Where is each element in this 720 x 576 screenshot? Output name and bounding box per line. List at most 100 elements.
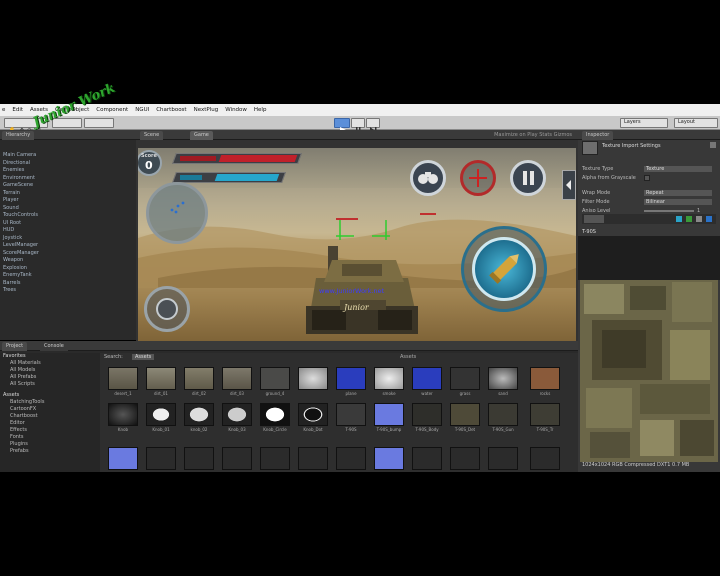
menu-edit[interactable]: Edit xyxy=(12,107,23,113)
folder-item[interactable]: CartoonFX xyxy=(0,406,100,413)
asset-thumb[interactable] xyxy=(488,403,518,426)
asset-thumb[interactable] xyxy=(412,403,442,426)
asset-thumb[interactable] xyxy=(146,447,176,470)
game-viewport[interactable]: Score 0 Junior www.JuniorWork.net xyxy=(138,148,576,341)
platform-icon[interactable] xyxy=(696,216,702,222)
asset-thumb[interactable] xyxy=(146,367,176,390)
hierarchy-item[interactable]: LevelManager xyxy=(0,242,136,250)
hierarchy-item[interactable]: Barrels xyxy=(0,280,136,288)
tab-inspector[interactable]: Inspector xyxy=(582,131,614,140)
asset-thumb[interactable] xyxy=(146,403,176,426)
menu-help[interactable]: Help xyxy=(254,107,267,113)
tab-project[interactable]: Project xyxy=(2,342,28,351)
asset-thumb[interactable] xyxy=(488,447,518,470)
hierarchy-item[interactable]: GameScene xyxy=(0,182,136,190)
fire-button[interactable] xyxy=(472,237,536,301)
tab-console[interactable]: Console xyxy=(40,342,68,351)
asset-thumb[interactable] xyxy=(184,447,214,470)
play-button[interactable] xyxy=(334,118,350,133)
menu-ngui[interactable]: NGUI xyxy=(135,107,149,113)
menu-window[interactable]: Window xyxy=(225,107,247,113)
asset-thumb[interactable] xyxy=(336,367,366,390)
hierarchy-item[interactable]: EnemyTank xyxy=(0,272,136,280)
global-button[interactable] xyxy=(84,118,114,128)
asset-thumb[interactable] xyxy=(374,367,404,390)
hierarchy-item[interactable]: HUD xyxy=(0,227,136,235)
asset-thumb[interactable] xyxy=(530,367,560,390)
pause-game-button[interactable] xyxy=(510,160,546,196)
tab-scene[interactable]: Scene xyxy=(140,131,164,140)
folder-item[interactable]: BatchingTools xyxy=(0,399,100,406)
favorite-item[interactable]: All Scripts xyxy=(0,381,100,388)
asset-thumb[interactable] xyxy=(260,367,290,390)
hierarchy-item[interactable]: ScoreManager xyxy=(0,250,136,258)
asset-thumb[interactable] xyxy=(530,403,560,426)
field-value[interactable]: 1 xyxy=(694,208,708,214)
tab-hierarchy[interactable]: Hierarchy xyxy=(2,131,35,140)
hierarchy-item[interactable]: Main Camera xyxy=(0,152,136,160)
asset-thumb[interactable] xyxy=(260,447,290,470)
menu-chartboost[interactable]: Chartboost xyxy=(156,107,186,113)
asset-thumb[interactable] xyxy=(108,367,138,390)
asset-thumb[interactable] xyxy=(412,367,442,390)
asset-thumb[interactable] xyxy=(450,403,480,426)
pause-button[interactable] xyxy=(351,118,365,133)
folder-item[interactable]: Prefabs xyxy=(0,448,100,455)
hierarchy-item[interactable]: Directional xyxy=(0,160,136,168)
hierarchy-item[interactable]: Enemies xyxy=(0,167,136,175)
asset-thumb[interactable] xyxy=(260,403,290,426)
hierarchy-item[interactable]: Player xyxy=(0,197,136,205)
menu-nextplug[interactable]: NextPlug xyxy=(194,107,219,113)
platform-default-tab[interactable] xyxy=(584,215,604,223)
asset-thumb[interactable] xyxy=(222,403,252,426)
folder-item[interactable]: Editor xyxy=(0,420,100,427)
layers-dropdown[interactable]: Layers xyxy=(620,118,668,128)
platform-icon[interactable] xyxy=(676,216,682,222)
field-dropdown[interactable]: Texture xyxy=(644,165,712,172)
platform-icon[interactable] xyxy=(706,216,712,222)
folder-item[interactable]: Chartboost xyxy=(0,413,100,420)
folder-item[interactable]: Effects xyxy=(0,427,100,434)
menu-component[interactable]: Component xyxy=(96,107,128,113)
favorite-item[interactable]: All Models xyxy=(0,367,100,374)
assets-header[interactable]: Assets xyxy=(0,392,100,399)
asset-thumb[interactable] xyxy=(450,367,480,390)
aniso-slider[interactable] xyxy=(644,209,694,212)
asset-thumb[interactable] xyxy=(222,447,252,470)
asset-thumb[interactable] xyxy=(184,367,214,390)
favorites-header[interactable]: Favorites xyxy=(0,353,100,360)
hierarchy-item[interactable]: Sound xyxy=(0,205,136,213)
inspector-gear-icon[interactable] xyxy=(710,142,716,148)
folder-item[interactable]: Plugins xyxy=(0,441,100,448)
asset-thumb[interactable] xyxy=(298,403,328,426)
asset-thumb[interactable] xyxy=(488,367,518,390)
hierarchy-item[interactable]: Joystick xyxy=(0,235,136,243)
hierarchy-item[interactable]: Trees xyxy=(0,287,136,295)
field-dropdown[interactable]: Repeat xyxy=(644,189,712,196)
asset-thumb[interactable] xyxy=(336,447,366,470)
asset-thumb[interactable] xyxy=(530,447,560,470)
folder-item[interactable]: Fonts xyxy=(0,434,100,441)
asset-thumb[interactable] xyxy=(184,403,214,426)
asset-thumb[interactable] xyxy=(108,447,138,470)
field-checkbox[interactable] xyxy=(644,174,650,181)
game-stats-bar[interactable]: Maximize on Play Stats Gizmos xyxy=(494,132,572,138)
asset-thumb[interactable] xyxy=(374,447,404,470)
step-button[interactable] xyxy=(366,118,380,133)
asset-thumb[interactable] xyxy=(450,447,480,470)
joystick-knob[interactable] xyxy=(156,298,178,320)
asset-thumb[interactable] xyxy=(374,403,404,426)
side-menu-tab[interactable] xyxy=(562,170,576,200)
asset-thumb[interactable] xyxy=(412,447,442,470)
hierarchy-item[interactable]: TouchControls xyxy=(0,212,136,220)
layout-dropdown[interactable]: Layout xyxy=(674,118,718,128)
hierarchy-item[interactable]: UI Root xyxy=(0,220,136,228)
field-dropdown[interactable]: Bilinear xyxy=(644,198,712,205)
asset-thumb[interactable] xyxy=(298,447,328,470)
search-scope-tab[interactable]: Assets xyxy=(132,354,155,360)
asset-thumb[interactable] xyxy=(298,367,328,390)
platform-icon[interactable] xyxy=(686,216,692,222)
asset-thumb[interactable] xyxy=(222,367,252,390)
aim-button[interactable] xyxy=(460,160,496,196)
asset-thumb[interactable] xyxy=(108,403,138,426)
